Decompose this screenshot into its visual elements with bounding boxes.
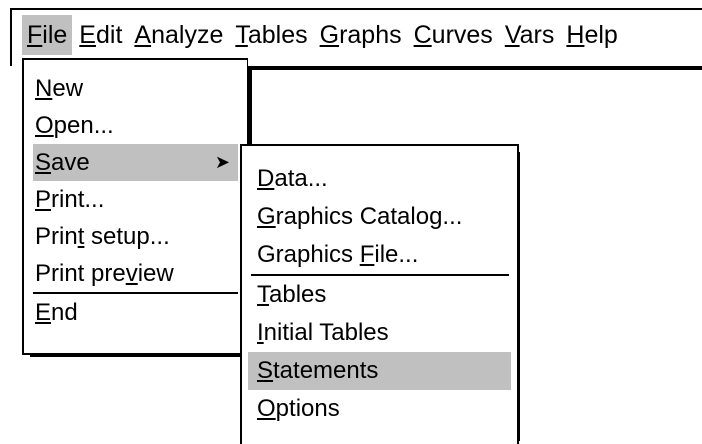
file-menu-shadow-bottom xyxy=(30,353,242,357)
menu-item-new[interactable]: New xyxy=(24,70,247,107)
menu-graphs-mnemonic: G xyxy=(319,21,340,49)
menu-item-save-label: ave xyxy=(51,149,90,176)
submenu-item-tables[interactable]: Tables xyxy=(242,276,517,314)
submenu-item-graphics-file-label: ile... xyxy=(374,241,419,268)
menu-tables[interactable]: Tables xyxy=(230,15,312,55)
save-submenu-dropdown: Data... Graphics Catalog... Graphics Fil… xyxy=(240,144,519,444)
submenu-item-initial-tables[interactable]: Initial Tables xyxy=(242,314,517,352)
menu-file-mnemonic: F xyxy=(27,21,43,49)
menu-tables-mnemonic: T xyxy=(235,21,248,49)
menu-item-print-preview-mnemonic: v xyxy=(125,260,138,287)
submenu-item-options[interactable]: Options xyxy=(242,390,517,428)
menu-item-print-mnemonic: P xyxy=(35,186,52,213)
menu-analyze[interactable]: Analyze xyxy=(129,15,228,55)
submenu-item-tables-label: ables xyxy=(269,281,327,308)
menu-item-open-label: pen... xyxy=(53,112,114,139)
menu-bar-divider xyxy=(248,66,702,70)
menu-item-print-preview[interactable]: Print preview xyxy=(24,255,247,292)
menu-item-print-label: rint... xyxy=(51,186,105,213)
menu-vars[interactable]: Vars xyxy=(500,15,560,55)
menu-item-save-mnemonic: S xyxy=(35,149,52,176)
submenu-item-initial-tables-label: nitial Tables xyxy=(263,319,389,346)
submenu-item-graphics-file-pre: Graphics xyxy=(257,241,360,268)
menu-help-label: elp xyxy=(584,21,618,49)
menu-item-open-mnemonic: O xyxy=(35,112,54,139)
menu-help-mnemonic: H xyxy=(566,21,585,49)
submenu-item-graphics-catalog-label: raphics Catalog... xyxy=(275,203,463,230)
menu-analyze-mnemonic: A xyxy=(134,21,152,49)
menu-item-end-mnemonic: E xyxy=(35,299,52,326)
menu-curves-label: urves xyxy=(431,21,493,49)
file-menu-dropdown: New Open... Save ➤ Print... Print setup..… xyxy=(22,58,248,355)
submenu-item-statements[interactable]: Statements xyxy=(248,352,511,390)
menu-edit-label: dit xyxy=(95,21,123,49)
submenu-item-graphics-catalog-mnemonic: G xyxy=(257,203,276,230)
menu-item-end-label: nd xyxy=(51,299,78,326)
submenu-item-data[interactable]: Data... xyxy=(242,160,517,198)
submenu-arrow-icon: ➤ xyxy=(214,152,230,172)
menu-item-new-label: ew xyxy=(52,75,84,102)
menu-vars-label: ars xyxy=(519,21,555,49)
menu-item-print-setup-pre: Prin xyxy=(35,223,78,250)
menu-item-end[interactable]: End xyxy=(24,294,247,331)
menu-file[interactable]: File xyxy=(22,15,73,55)
menu-graphs-label: raphs xyxy=(339,21,402,49)
submenu-item-options-mnemonic: O xyxy=(257,395,276,422)
submenu-item-statements-mnemonic: S xyxy=(257,357,274,384)
menu-file-label: ile xyxy=(42,21,68,49)
menu-tables-label: ables xyxy=(247,21,308,49)
menu-curves[interactable]: Curves xyxy=(409,15,498,55)
submenu-item-graphics-catalog[interactable]: Graphics Catalog... xyxy=(242,198,517,236)
menu-item-open[interactable]: Open... xyxy=(24,107,247,144)
menu-curves-mnemonic: C xyxy=(413,21,432,49)
submenu-item-statements-label: tatements xyxy=(273,357,379,384)
menu-item-print-setup[interactable]: Print setup... xyxy=(24,218,247,255)
submenu-item-initial-tables-mnemonic: I xyxy=(257,319,264,346)
menu-help[interactable]: Help xyxy=(561,15,622,55)
menu-item-save[interactable]: Save ➤ xyxy=(33,144,238,181)
menu-item-print-preview-pre: Print pre xyxy=(35,260,126,287)
submenu-item-tables-mnemonic: T xyxy=(257,281,269,308)
save-submenu-list: Data... Graphics Catalog... Graphics Fil… xyxy=(242,146,517,428)
menu-item-print-preview-label: iew xyxy=(137,260,174,287)
menu-item-new-mnemonic: N xyxy=(35,75,53,102)
menu-edit[interactable]: Edit xyxy=(74,15,127,55)
menu-analyze-label: nalyze xyxy=(151,21,224,49)
menu-graphs[interactable]: Graphs xyxy=(315,15,407,55)
submenu-item-graphics-file[interactable]: Graphics File... xyxy=(242,236,517,274)
menu-edit-mnemonic: E xyxy=(79,21,96,49)
menu-bar-items: File Edit Analyze Tables Graphs Curves V… xyxy=(22,12,625,58)
application-window: File Edit Analyze Tables Graphs Curves V… xyxy=(0,0,702,444)
menu-vars-mnemonic: V xyxy=(504,21,520,49)
submenu-item-data-mnemonic: D xyxy=(257,165,275,192)
save-submenu-shadow xyxy=(517,152,520,441)
submenu-item-data-label: ata... xyxy=(274,165,328,192)
menu-item-print-setup-label: setup... xyxy=(84,223,170,250)
menu-item-print[interactable]: Print... xyxy=(24,181,247,218)
submenu-item-graphics-file-mnemonic: F xyxy=(359,241,375,268)
submenu-item-options-label: ptions xyxy=(275,395,340,422)
file-menu-list: New Open... Save ➤ Print... Print setup..… xyxy=(24,60,247,331)
